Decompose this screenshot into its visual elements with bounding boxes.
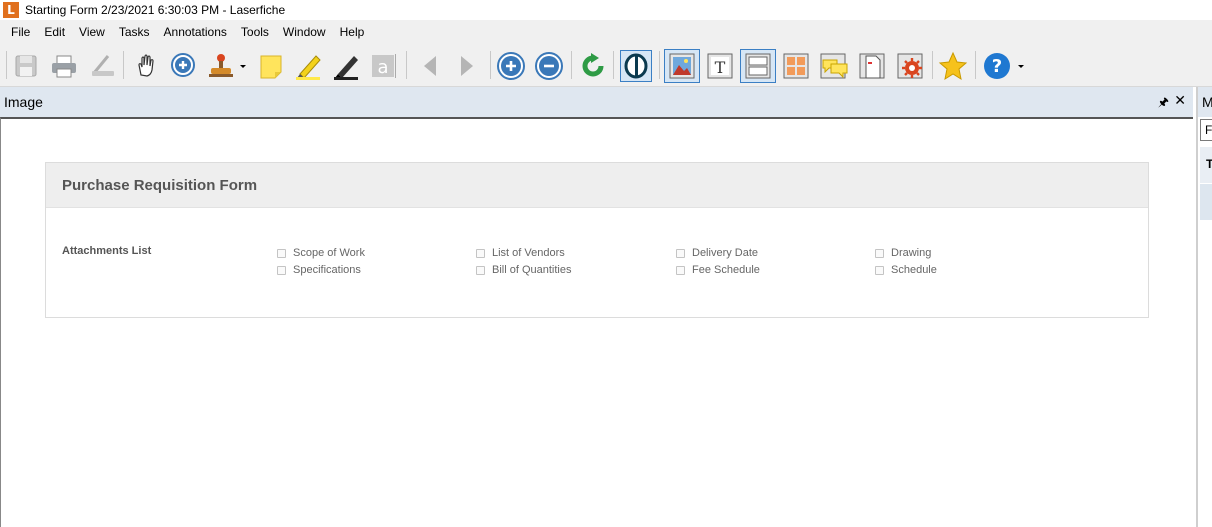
purchase-requisition-form: Purchase Requisition Form Attachments Li… bbox=[45, 162, 1149, 318]
document-icon[interactable] bbox=[854, 50, 890, 82]
menu-bar: File Edit View Tasks Annotations Tools W… bbox=[0, 20, 1212, 44]
text-annotation-icon[interactable]: a bbox=[367, 50, 399, 82]
print-icon[interactable] bbox=[48, 50, 80, 82]
toolbar: a T ? bbox=[0, 44, 1212, 87]
zoom-in-icon[interactable] bbox=[168, 50, 200, 82]
comments-icon[interactable] bbox=[816, 50, 852, 82]
menu-view[interactable]: View bbox=[72, 25, 112, 39]
checkbox[interactable] bbox=[476, 265, 485, 275]
menu-window[interactable]: Window bbox=[276, 25, 333, 39]
ocr-icon[interactable] bbox=[620, 50, 652, 82]
add-icon[interactable] bbox=[495, 50, 527, 82]
checkbox[interactable] bbox=[277, 248, 286, 258]
form-title: Purchase Requisition Form bbox=[62, 176, 258, 194]
checkbox[interactable] bbox=[277, 265, 286, 275]
thumbnails-icon[interactable] bbox=[778, 50, 814, 82]
metadata-panel: M Fi T bbox=[1196, 87, 1212, 527]
option-list-of-vendors[interactable]: List of Vendors bbox=[476, 247, 565, 259]
text-view-icon[interactable]: T bbox=[702, 50, 738, 82]
pane-title: Image bbox=[4, 94, 43, 110]
title-bar: L Starting Form 2/23/2021 6:30:03 PM - L… bbox=[0, 0, 1212, 20]
option-schedule[interactable]: Schedule bbox=[875, 264, 937, 276]
metadata-row[interactable] bbox=[1200, 184, 1212, 220]
menu-file[interactable]: File bbox=[4, 25, 37, 39]
checkbox[interactable] bbox=[676, 265, 685, 275]
svg-text:a: a bbox=[377, 57, 388, 78]
option-label: Drawing bbox=[891, 247, 932, 259]
sticky-note-icon[interactable] bbox=[255, 50, 287, 82]
help-icon[interactable]: ? bbox=[981, 50, 1013, 82]
checkbox[interactable] bbox=[875, 248, 884, 258]
metadata-panel-header: M bbox=[1198, 87, 1212, 117]
remove-icon[interactable] bbox=[533, 50, 565, 82]
image-pane-header: Image 🖈 ✕ bbox=[0, 87, 1193, 117]
marker-icon[interactable] bbox=[331, 50, 363, 82]
form-header: Purchase Requisition Form bbox=[46, 163, 1148, 208]
menu-annotations[interactable]: Annotations bbox=[157, 25, 234, 39]
save-icon[interactable] bbox=[10, 50, 42, 82]
option-fee-schedule[interactable]: Fee Schedule bbox=[676, 264, 760, 276]
laserfiche-logo-icon: L bbox=[3, 2, 19, 18]
checkbox[interactable] bbox=[676, 248, 685, 258]
option-label: Fee Schedule bbox=[692, 264, 760, 276]
menu-edit[interactable]: Edit bbox=[37, 25, 72, 39]
scanner-icon[interactable] bbox=[86, 50, 118, 82]
option-label: Specifications bbox=[293, 264, 361, 276]
metadata-field-input[interactable]: Fi bbox=[1200, 119, 1212, 141]
option-label: Bill of Quantities bbox=[492, 264, 572, 276]
option-label: Delivery Date bbox=[692, 247, 759, 259]
pin-icon[interactable]: 🖈 bbox=[1158, 93, 1169, 114]
window-title: Starting Form 2/23/2021 6:30:03 PM - Las… bbox=[25, 3, 286, 17]
option-label: Scope of Work bbox=[293, 247, 365, 259]
close-icon[interactable]: ✕ bbox=[1174, 92, 1186, 109]
menu-help[interactable]: Help bbox=[333, 25, 372, 39]
menu-tools[interactable]: Tools bbox=[234, 25, 276, 39]
option-bill-of-quantities[interactable]: Bill of Quantities bbox=[476, 264, 571, 276]
image-view-icon[interactable] bbox=[664, 49, 700, 83]
stamp-dropdown-icon[interactable] bbox=[236, 50, 250, 82]
option-delivery-date[interactable]: Delivery Date bbox=[676, 247, 758, 259]
option-label: Schedule bbox=[891, 264, 937, 276]
toolbar-separator bbox=[571, 51, 572, 79]
split-view-icon[interactable] bbox=[740, 49, 776, 83]
svg-text:T: T bbox=[715, 58, 726, 77]
attachments-list-label: Attachments List bbox=[62, 245, 152, 257]
toolbar-separator bbox=[975, 51, 976, 79]
help-dropdown-icon[interactable] bbox=[1014, 50, 1028, 82]
toolbar-separator bbox=[613, 51, 614, 79]
image-viewer[interactable]: Purchase Requisition Form Attachments Li… bbox=[0, 117, 1193, 527]
favorite-icon[interactable] bbox=[937, 50, 969, 82]
highlighter-icon[interactable] bbox=[293, 50, 325, 82]
next-page-icon[interactable] bbox=[451, 50, 483, 82]
toolbar-separator bbox=[406, 51, 407, 79]
option-specifications[interactable]: Specifications bbox=[277, 264, 361, 276]
option-scope-of-work[interactable]: Scope of Work bbox=[277, 247, 365, 259]
toolbar-separator bbox=[932, 51, 933, 79]
metadata-row[interactable]: T bbox=[1200, 147, 1212, 183]
menu-tasks[interactable]: Tasks bbox=[112, 25, 157, 39]
svg-text:?: ? bbox=[992, 56, 1002, 77]
toolbar-separator bbox=[490, 51, 491, 79]
checkbox[interactable] bbox=[476, 248, 485, 258]
option-label: List of Vendors bbox=[492, 247, 565, 259]
option-drawing[interactable]: Drawing bbox=[875, 247, 931, 259]
stamp-icon[interactable] bbox=[205, 50, 237, 82]
toolbar-separator bbox=[659, 51, 660, 79]
hand-icon[interactable] bbox=[130, 50, 162, 82]
checkbox[interactable] bbox=[875, 265, 884, 275]
settings-icon[interactable] bbox=[892, 50, 928, 82]
refresh-icon[interactable] bbox=[577, 50, 609, 82]
toolbar-separator bbox=[123, 51, 124, 79]
previous-page-icon[interactable] bbox=[414, 50, 446, 82]
toolbar-grip bbox=[6, 51, 7, 79]
